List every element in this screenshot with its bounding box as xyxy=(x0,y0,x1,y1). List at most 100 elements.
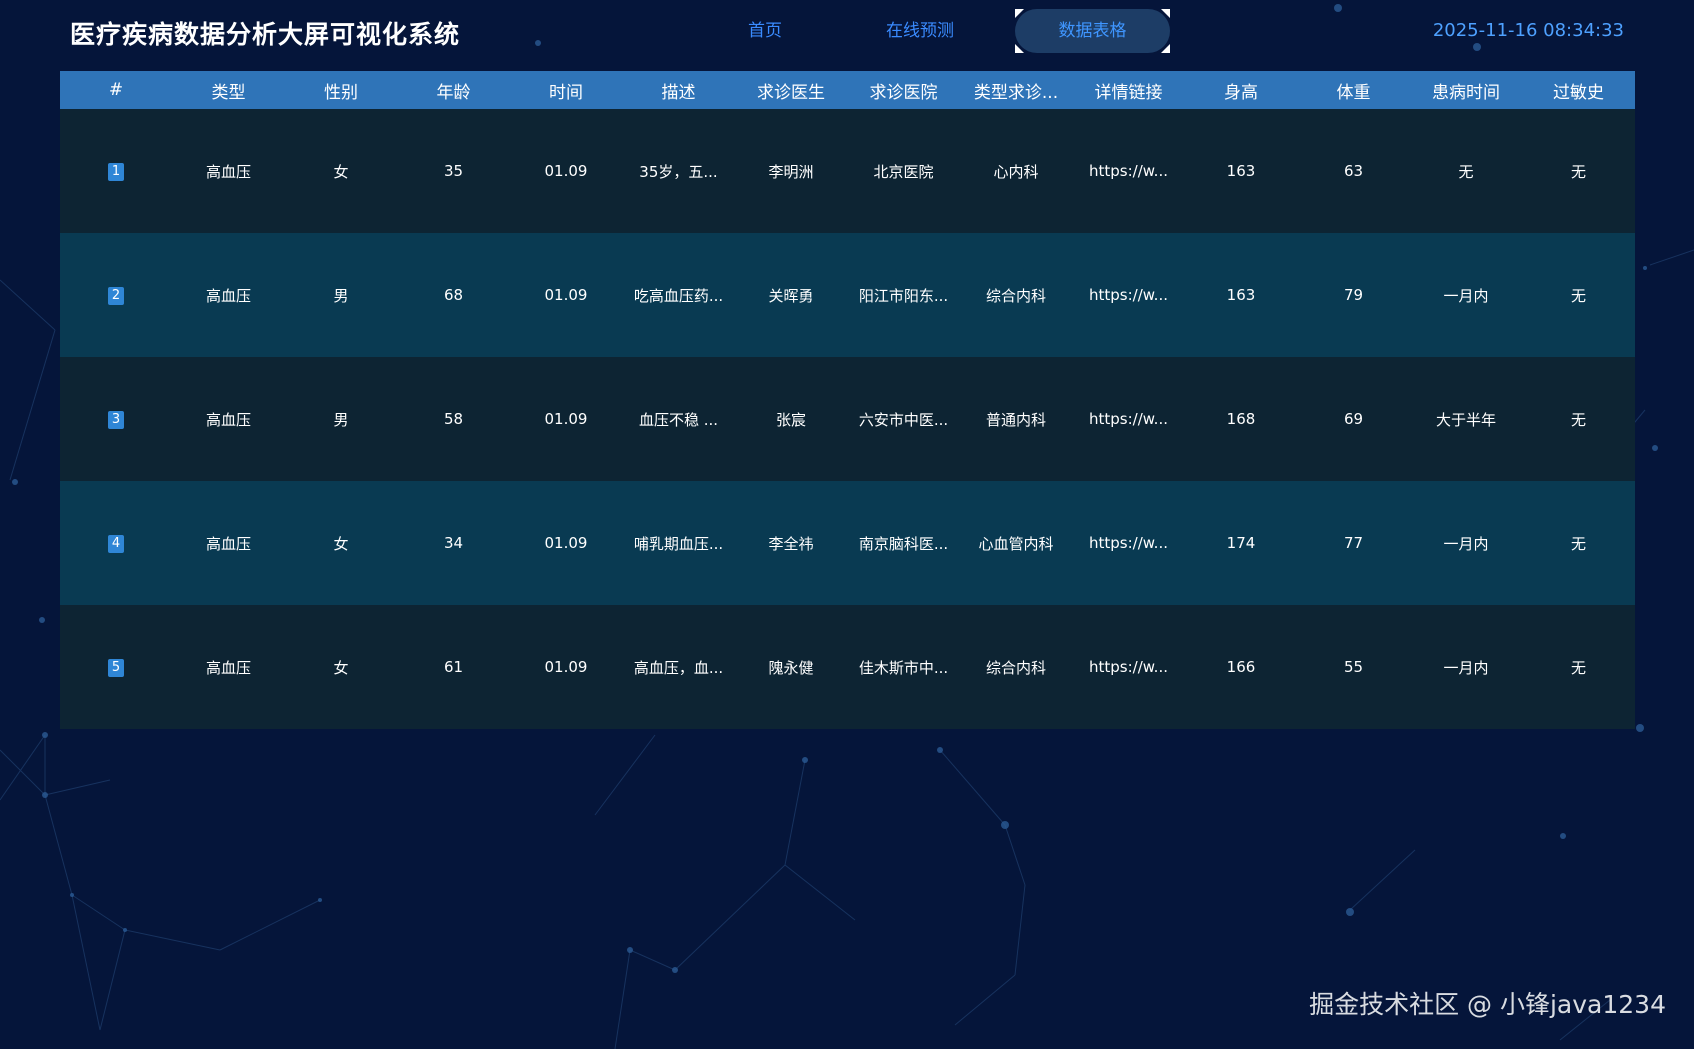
table-cell: 174 xyxy=(1226,534,1256,552)
table-cell: 女 xyxy=(333,534,349,553)
table-header-row: # 类型 性别 年龄 时间 描述 求诊医生 求诊医院 类型求诊... 详情链接 … xyxy=(60,71,1635,109)
table-row[interactable]: 4 高血压 女 34 01.09 哺乳期血压... 李全祎 南京脑科医... 心… xyxy=(60,481,1635,605)
header-bar: 医疗疾病数据分析大屏可视化系统 首页 在线预测 数据表格 2025-11-16 … xyxy=(0,0,1694,66)
column-header[interactable]: 求诊医生 xyxy=(735,71,847,109)
corner-decoration xyxy=(1015,44,1024,53)
table-cell: 61 xyxy=(443,658,464,676)
tab-online-prediction[interactable]: 在线预测 xyxy=(850,9,990,53)
table-cell: 01.09 xyxy=(544,410,588,428)
current-datetime: 2025-11-16 08:34:33 xyxy=(1432,20,1624,41)
table-cell: 心血管内科 xyxy=(978,534,1054,553)
table-cell: 34 xyxy=(443,534,464,552)
detail-link-cell[interactable]: https://w... xyxy=(1072,233,1185,357)
table-cell: 高血压，血... xyxy=(633,658,724,677)
column-header[interactable]: 时间 xyxy=(510,71,622,109)
table-cell: 01.09 xyxy=(544,658,588,676)
column-header[interactable]: 类型 xyxy=(172,71,285,109)
table-cell: 166 xyxy=(1226,658,1256,676)
table-cell: 高血压 xyxy=(205,658,251,677)
table-cell: 高血压 xyxy=(205,286,251,305)
table-cell: 一月内 xyxy=(1443,286,1489,305)
table-row[interactable]: 1 高血压 女 35 01.09 35岁，五... 李明洲 北京医院 心内科 h… xyxy=(60,109,1635,233)
tab-data-table[interactable]: 数据表格 xyxy=(1015,9,1170,53)
row-index-badge: 5 xyxy=(108,659,124,677)
table-cell: 李明洲 xyxy=(768,162,814,181)
tab-home[interactable]: 首页 xyxy=(700,9,830,53)
table-cell: 无 xyxy=(1570,286,1586,305)
table-cell: 68 xyxy=(443,286,464,304)
column-header[interactable]: 性别 xyxy=(285,71,397,109)
table-cell: 心内科 xyxy=(993,162,1039,181)
table-cell: 168 xyxy=(1226,410,1256,428)
table-cell: 无 xyxy=(1570,534,1586,553)
table-cell: 张宸 xyxy=(775,410,806,429)
table-cell: 35 xyxy=(443,162,464,180)
app-title: 医疗疾病数据分析大屏可视化系统 xyxy=(70,20,461,49)
column-header[interactable]: 年龄 xyxy=(397,71,510,109)
row-index-cell: 4 xyxy=(60,481,172,605)
table-row[interactable]: 3 高血压 男 58 01.09 血压不稳 ... 张宸 六安市中医... 普通… xyxy=(60,357,1635,481)
detail-link-cell[interactable]: https://w... xyxy=(1072,357,1185,481)
table-cell: 35岁，五... xyxy=(639,162,718,181)
column-header[interactable]: 类型求诊... xyxy=(960,71,1072,109)
table-cell: 163 xyxy=(1226,162,1256,180)
row-index-badge: 3 xyxy=(108,411,124,429)
table-cell: 一月内 xyxy=(1443,534,1489,553)
table-cell: 无 xyxy=(1458,162,1474,181)
table-cell: 吃高血压药... xyxy=(633,286,724,305)
table-cell: 大于半年 xyxy=(1435,410,1496,429)
column-header[interactable]: 详情链接 xyxy=(1072,71,1185,109)
table-cell: 一月内 xyxy=(1443,658,1489,677)
table-cell: 血压不稳 ... xyxy=(638,410,719,429)
table-cell: 高血压 xyxy=(205,410,251,429)
column-header[interactable]: 过敏史 xyxy=(1522,71,1635,109)
column-header[interactable]: 体重 xyxy=(1297,71,1410,109)
table-cell: 南京脑科医... xyxy=(858,534,949,553)
table-cell: 77 xyxy=(1343,534,1364,552)
table-cell: 女 xyxy=(333,162,349,181)
table-cell: 79 xyxy=(1343,286,1364,304)
column-header[interactable]: 身高 xyxy=(1185,71,1297,109)
column-header[interactable]: # xyxy=(60,71,172,109)
table-cell: 01.09 xyxy=(544,162,588,180)
column-header[interactable]: 求诊医院 xyxy=(847,71,960,109)
table-cell: 69 xyxy=(1343,410,1364,428)
data-table-container: # 类型 性别 年龄 时间 描述 求诊医生 求诊医院 类型求诊... 详情链接 … xyxy=(60,71,1635,729)
detail-link-cell[interactable]: https://w... xyxy=(1072,605,1185,729)
table-row[interactable]: 5 高血压 女 61 01.09 高血压，血... 隗永健 佳木斯市中... 综… xyxy=(60,605,1635,729)
corner-decoration xyxy=(1161,9,1170,18)
table-cell: 男 xyxy=(333,286,349,305)
table-cell: 55 xyxy=(1343,658,1364,676)
table-cell: 综合内科 xyxy=(985,658,1046,677)
detail-link-cell[interactable]: https://w... xyxy=(1072,481,1185,605)
column-header[interactable]: 描述 xyxy=(622,71,735,109)
table-cell: 北京医院 xyxy=(873,162,934,181)
row-index-cell: 5 xyxy=(60,605,172,729)
watermark: 掘金技术社区 @ 小锋java1234 xyxy=(1309,990,1666,1019)
row-index-cell: 2 xyxy=(60,233,172,357)
table-row[interactable]: 2 高血压 男 68 01.09 吃高血压药... 关晖勇 阳江市阳东... 综… xyxy=(60,233,1635,357)
corner-decoration xyxy=(1015,9,1024,18)
table-cell: 高血压 xyxy=(205,162,251,181)
table-cell: 李全祎 xyxy=(768,534,814,553)
table-cell: 男 xyxy=(333,410,349,429)
table-cell: 58 xyxy=(443,410,464,428)
column-header[interactable]: 患病时间 xyxy=(1410,71,1522,109)
table-cell: 佳木斯市中... xyxy=(858,658,949,677)
table-cell: 无 xyxy=(1570,162,1586,181)
row-index-cell: 1 xyxy=(60,109,172,233)
table-cell: 无 xyxy=(1570,410,1586,429)
detail-link-cell[interactable]: https://w... xyxy=(1072,109,1185,233)
row-index-cell: 3 xyxy=(60,357,172,481)
row-index-badge: 2 xyxy=(108,287,124,305)
table-cell: 01.09 xyxy=(544,534,588,552)
table-cell: 普通内科 xyxy=(985,410,1046,429)
row-index-badge: 1 xyxy=(108,163,124,181)
table-cell: 01.09 xyxy=(544,286,588,304)
table-cell: 六安市中医... xyxy=(858,410,949,429)
corner-decoration xyxy=(1161,44,1170,53)
table-cell: 高血压 xyxy=(205,534,251,553)
table-cell: 无 xyxy=(1570,658,1586,677)
row-index-badge: 4 xyxy=(108,535,124,553)
tab-data-table-label: 数据表格 xyxy=(1058,21,1127,41)
